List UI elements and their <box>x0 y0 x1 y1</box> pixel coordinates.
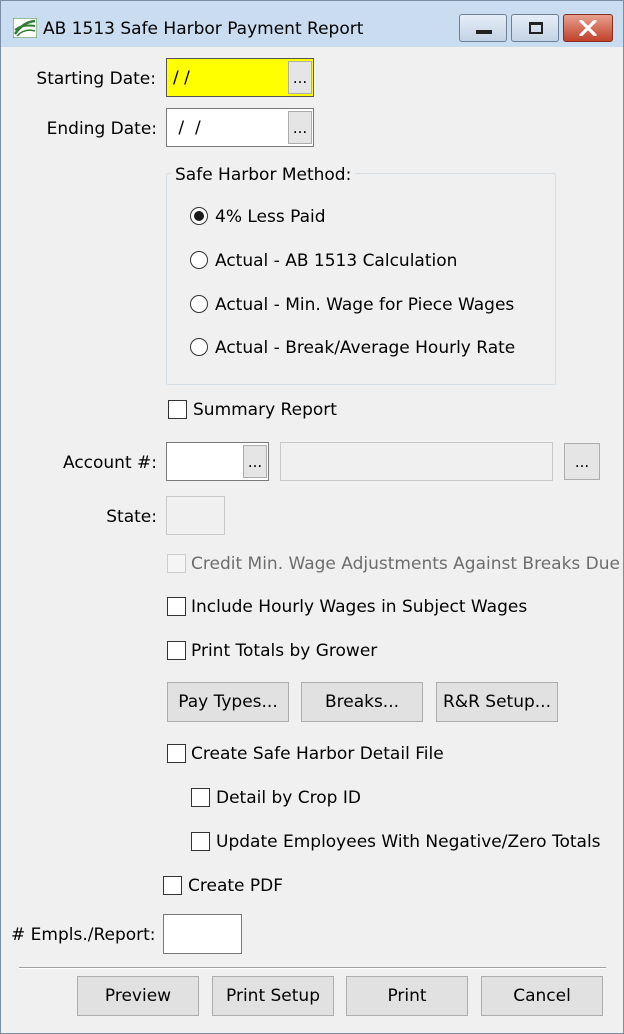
print-totals-grower-checkbox[interactable] <box>167 641 186 660</box>
ending-date-picker-button[interactable]: ... <box>288 111 312 144</box>
create-detail-file-checkbox[interactable] <box>167 744 186 763</box>
starting-date-label: Starting Date: <box>36 69 156 89</box>
state-label: State: <box>106 507 157 527</box>
account-lookup-button[interactable]: ... <box>243 445 267 478</box>
print-setup-button[interactable]: Print Setup <box>212 976 334 1016</box>
print-button[interactable]: Print <box>346 976 468 1016</box>
close-icon <box>579 20 597 36</box>
maximize-button[interactable] <box>511 14 559 42</box>
rr-setup-button[interactable]: R&R Setup... <box>436 682 558 722</box>
print-totals-grower-label: Print Totals by Grower <box>191 641 378 661</box>
method-radio-break-average[interactable] <box>190 338 208 356</box>
account-label: Account #: <box>62 453 157 473</box>
credit-min-wage-label: Credit Min. Wage Adjustments Against Bre… <box>191 554 621 574</box>
minimize-icon <box>476 30 492 34</box>
empls-per-report-label: # Empls./Report: <box>11 925 156 945</box>
breaks-button[interactable]: Breaks... <box>301 682 423 722</box>
include-hourly-wages-checkbox[interactable] <box>167 597 186 616</box>
update-employees-checkbox[interactable] <box>191 832 210 851</box>
create-pdf-checkbox[interactable] <box>163 876 182 895</box>
account-name-display <box>280 442 553 481</box>
method-radio-ab1513-calculation[interactable] <box>190 251 208 269</box>
state-input <box>166 496 225 535</box>
empls-per-report-input[interactable] <box>163 914 242 954</box>
dialog-window: AB 1513 Safe Harbor Payment Report Start… <box>0 0 624 1034</box>
detail-by-crop-label: Detail by Crop ID <box>216 788 361 808</box>
account-search-button[interactable]: ... <box>564 443 600 480</box>
preview-button[interactable]: Preview <box>77 976 199 1016</box>
ending-date-label: Ending Date: <box>46 119 157 139</box>
safe-harbor-method-label: Safe Harbor Method: <box>171 165 356 185</box>
create-pdf-label: Create PDF <box>188 876 284 896</box>
window-title: AB 1513 Safe Harbor Payment Report <box>43 19 364 39</box>
cancel-button[interactable]: Cancel <box>481 976 603 1016</box>
app-logo-icon <box>13 18 37 38</box>
summary-report-label: Summary Report <box>193 400 337 420</box>
method-label-min-wage-piece: Actual - Min. Wage for Piece Wages <box>215 295 515 315</box>
method-radio-4-percent[interactable] <box>190 207 208 225</box>
detail-by-crop-checkbox[interactable] <box>191 788 210 807</box>
method-label-break-average: Actual - Break/Average Hourly Rate <box>215 338 516 358</box>
minimize-button[interactable] <box>459 14 507 42</box>
close-button[interactable] <box>563 14 613 42</box>
include-hourly-wages-label: Include Hourly Wages in Subject Wages <box>191 597 528 617</box>
starting-date-picker-button[interactable]: ... <box>288 61 312 94</box>
credit-min-wage-checkbox <box>167 554 186 573</box>
method-label-4-percent: 4% Less Paid <box>215 207 326 227</box>
summary-report-checkbox[interactable] <box>168 400 187 419</box>
maximize-icon <box>529 22 543 34</box>
pay-types-button[interactable]: Pay Types... <box>167 682 289 722</box>
update-employees-label: Update Employees With Negative/Zero Tota… <box>216 832 601 852</box>
footer-separator <box>19 967 606 969</box>
title-bar[interactable]: AB 1513 Safe Harbor Payment Report <box>1 1 623 47</box>
create-detail-file-label: Create Safe Harbor Detail File <box>191 744 444 764</box>
method-radio-min-wage-piece[interactable] <box>190 295 208 313</box>
method-label-ab1513-calculation: Actual - AB 1513 Calculation <box>215 251 458 271</box>
